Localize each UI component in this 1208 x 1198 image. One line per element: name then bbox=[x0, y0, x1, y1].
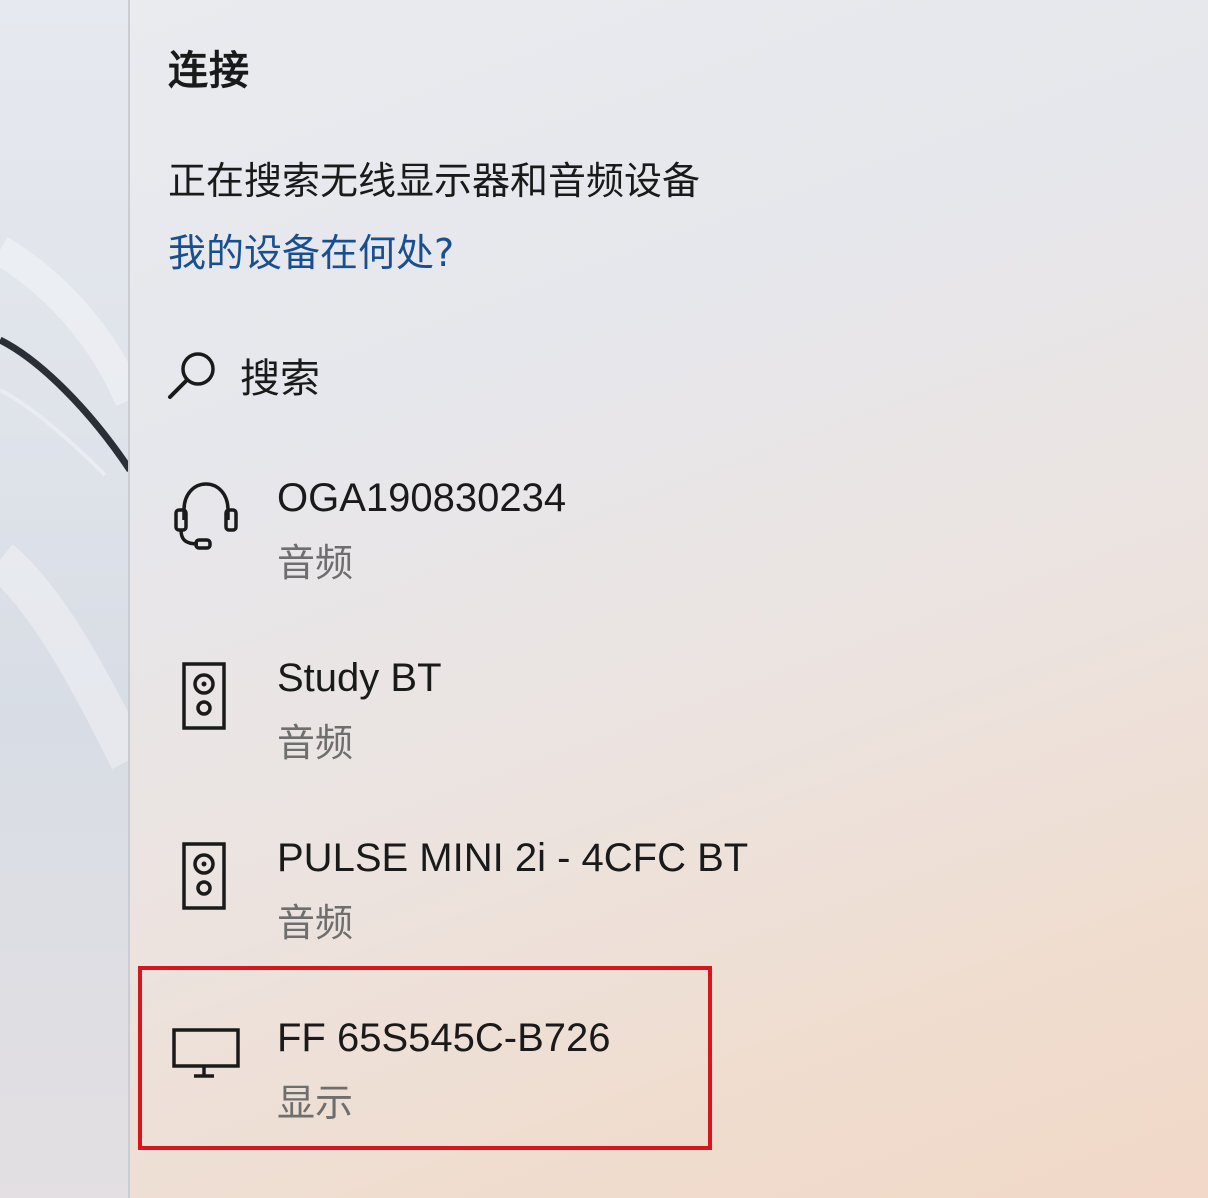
device-item-ff-65s545c[interactable]: FF 65S545C-B726 显示 bbox=[140, 1016, 710, 1186]
device-type: 音频 bbox=[277, 721, 354, 765]
device-name: FF 65S545C-B726 bbox=[277, 1016, 611, 1060]
device-item-oga190830234[interactable]: OGA190830234 音频 bbox=[140, 476, 710, 646]
headset-icon bbox=[174, 482, 238, 550]
device-type: 显示 bbox=[277, 1081, 354, 1125]
speaker-icon bbox=[182, 842, 226, 910]
search-label: 搜索 bbox=[240, 356, 320, 402]
device-name: OGA190830234 bbox=[277, 476, 567, 520]
device-type: 音频 bbox=[277, 901, 354, 945]
search-icon bbox=[168, 352, 215, 399]
device-name: PULSE MINI 2i - 4CFC BT bbox=[277, 836, 749, 880]
device-item-study-bt[interactable]: Study BT 音频 bbox=[140, 656, 710, 826]
where-is-my-device-link[interactable]: 我的设备在何处? bbox=[168, 222, 454, 277]
speaker-icon bbox=[182, 662, 226, 730]
device-name: Study BT bbox=[277, 656, 442, 700]
connect-panel: 连接 正在搜索无线显示器和音频设备 我的设备在何处? 搜索 OGA1908302… bbox=[128, 0, 1208, 1198]
monitor-icon bbox=[172, 1028, 240, 1078]
desktop-wallpaper bbox=[0, 0, 130, 1198]
search-status-text: 正在搜索无线显示器和音频设备 bbox=[168, 159, 701, 203]
panel-title: 连接 bbox=[168, 48, 250, 94]
search-button[interactable]: 搜索 bbox=[166, 340, 566, 410]
device-type: 音频 bbox=[277, 541, 354, 585]
